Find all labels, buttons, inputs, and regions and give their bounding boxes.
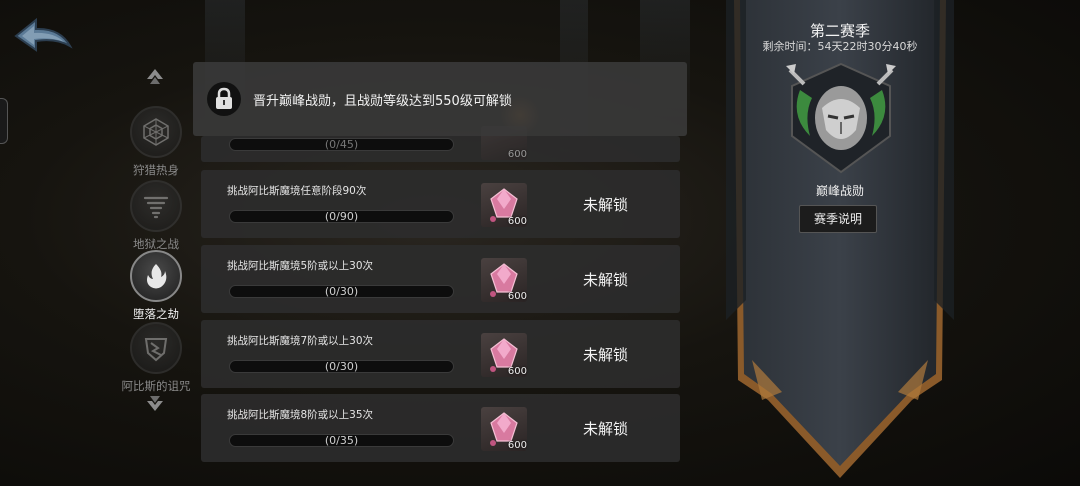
back-arrow-icon xyxy=(14,17,73,52)
rank-name: 巅峰战勋 xyxy=(815,184,864,198)
task-row: 挑战阿比斯魔境8阶或以上35次 (0/35) 600 未解锁 xyxy=(201,394,680,462)
progress-text: (0/90) xyxy=(324,210,359,223)
reward-item[interactable]: 600 xyxy=(481,407,527,451)
season-info-button[interactable]: 赛季说明 xyxy=(799,205,877,233)
nav-item-fallen-calamity[interactable]: 堕落之劫 xyxy=(110,250,202,322)
progress-text: (0/30) xyxy=(324,285,359,298)
nav-item-label: 阿比斯的诅咒 xyxy=(121,379,191,393)
task-title: 挑战阿比斯魔境7阶或以上30次 xyxy=(227,335,374,347)
nav-up-arrow-icon[interactable] xyxy=(144,66,166,88)
reward-amount: 600 xyxy=(507,440,527,451)
reward-item[interactable]: 600 xyxy=(481,183,527,227)
nav-item-hunting-warmup[interactable]: 狩猎热身 xyxy=(110,106,202,178)
broken-shield-icon xyxy=(130,322,182,374)
nav-item-hell-battle[interactable]: 地狱之战 xyxy=(110,180,202,252)
unlock-requirement-text: 晋升巅峰战勋，且战勋等级达到550级可解锁 xyxy=(253,93,512,109)
task-row: (0/45) 600 xyxy=(201,126,680,162)
reward-amount: 600 xyxy=(507,149,527,160)
unlock-requirement-banner: 晋升巅峰战勋，且战勋等级达到550级可解锁 xyxy=(193,62,687,136)
status-text: 未解锁 xyxy=(583,196,629,214)
reward-amount: 600 xyxy=(507,216,527,227)
flame-icon xyxy=(130,250,182,302)
status-text: 未解锁 xyxy=(583,420,629,438)
back-button[interactable] xyxy=(12,14,74,58)
task-row: 挑战阿比斯魔境7阶或以上30次 (0/30) 600 未解锁 xyxy=(201,320,680,388)
progress-text: (0/35) xyxy=(324,434,359,447)
tornado-icon xyxy=(130,180,182,232)
nav-item-abyss-curse[interactable]: 阿比斯的诅咒 xyxy=(110,322,202,394)
reward-item[interactable]: 600 xyxy=(481,333,527,377)
reward-item[interactable]: 600 xyxy=(481,258,527,302)
status-text: 未解锁 xyxy=(583,271,629,289)
task-title: 挑战阿比斯魔境8阶或以上35次 xyxy=(227,409,374,421)
nav-item-label: 狩猎热身 xyxy=(133,163,179,177)
progress-text: (0/30) xyxy=(324,360,359,373)
status-text: 未解锁 xyxy=(583,346,629,364)
lock-icon xyxy=(207,82,241,116)
task-row: 挑战阿比斯魔境任意阶段90次 (0/90) 600 未解锁 xyxy=(201,170,680,238)
task-title: 挑战阿比斯魔境5阶或以上30次 xyxy=(227,260,374,272)
web-hex-icon xyxy=(130,106,182,158)
progress-text: (0/45) xyxy=(324,138,359,151)
reward-amount: 600 xyxy=(507,366,527,377)
season-time-remaining: 剩余时间：54天22时30分40秒 xyxy=(762,40,918,53)
task-title: 挑战阿比斯魔境任意阶段90次 xyxy=(227,185,367,197)
task-row: 挑战阿比斯魔境5阶或以上30次 (0/30) 600 未解锁 xyxy=(201,245,680,313)
nav-down-arrow-icon[interactable] xyxy=(144,392,166,414)
side-drawer-handle[interactable] xyxy=(0,98,8,144)
reward-amount: 600 xyxy=(507,291,527,302)
peak-rank-emblem-icon xyxy=(786,62,896,174)
nav-item-label: 堕落之劫 xyxy=(133,307,179,321)
